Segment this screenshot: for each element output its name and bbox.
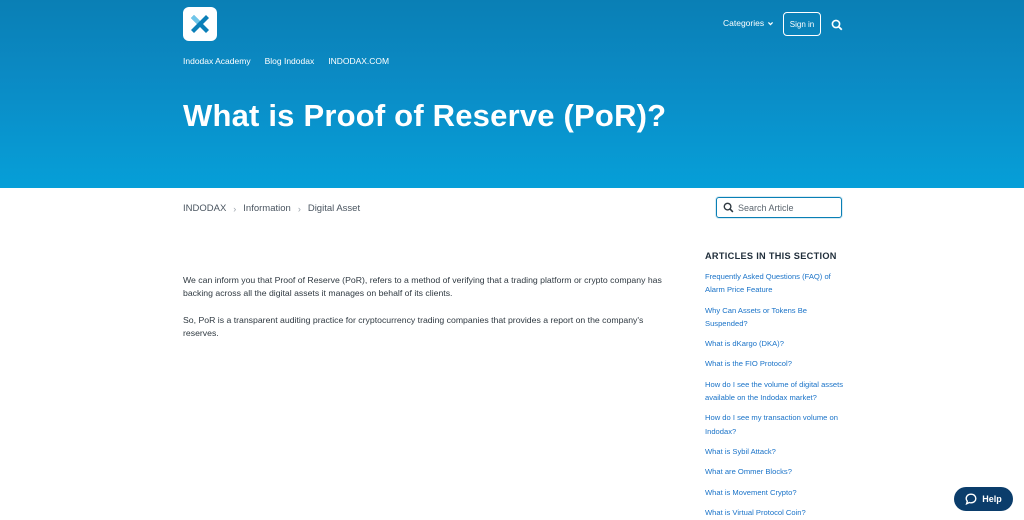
article-paragraph: We can inform you that Proof of Reserve … (183, 275, 662, 299)
related-article-link[interactable]: How do I see my transaction volume on In… (705, 413, 838, 435)
list-item: What are Ommer Blocks? (705, 464, 845, 477)
sign-in-button[interactable]: Sign in (783, 12, 821, 36)
related-article-link[interactable]: What is dKargo (DKA)? (705, 339, 784, 348)
list-item: How do I see the volume of digital asset… (705, 377, 845, 404)
list-item: Frequently Asked Questions (FAQ) of Alar… (705, 269, 845, 296)
nav-link-blog-indodax[interactable]: Blog Indodax (265, 55, 315, 67)
breadcrumb-item-information[interactable]: Information (243, 203, 291, 214)
categories-label: Categories (723, 18, 765, 28)
list-item: Why Can Assets or Tokens Be Suspended? (705, 303, 845, 330)
nav-link-indodax-com[interactable]: INDODAX.COM (328, 55, 389, 67)
search-icon (723, 202, 734, 213)
header-search-button[interactable] (831, 18, 843, 31)
article-paragraph: So, PoR is a transparent auditing practi… (183, 314, 644, 338)
help-button[interactable]: Help (954, 487, 1013, 511)
related-articles-sidebar: ARTICLES IN THIS SECTION Frequently Aske… (705, 249, 845, 520)
breadcrumb-separator-icon: › (297, 203, 301, 214)
article-search (716, 197, 842, 218)
top-nav: Indodax Academy Blog Indodax INDODAX.COM (183, 55, 403, 67)
related-article-link[interactable]: What is Sybil Attack? (705, 447, 776, 456)
list-item: How do I see my transaction volume on In… (705, 410, 845, 437)
list-item: What is dKargo (DKA)? (705, 336, 845, 349)
related-article-link[interactable]: What is the FIO Protocol? (705, 359, 792, 368)
hero-banner: Indodax Academy Blog Indodax INDODAX.COM… (0, 0, 1024, 188)
list-item: What is Movement Crypto? (705, 485, 845, 498)
page-title: What is Proof of Reserve (PoR)? (183, 98, 667, 133)
categories-dropdown[interactable]: Categories (723, 18, 774, 28)
related-articles-list: Frequently Asked Questions (FAQ) of Alar… (705, 269, 845, 518)
related-article-link[interactable]: What is Movement Crypto? (705, 488, 797, 497)
related-article-link[interactable]: Frequently Asked Questions (FAQ) of Alar… (705, 272, 831, 294)
article-body: We can inform you that Proof of Reserve … (183, 274, 678, 353)
search-icon (831, 19, 843, 31)
header-actions: Categories Sign in (0, 12, 1024, 36)
help-label: Help (982, 494, 1002, 504)
list-item: What is the FIO Protocol? (705, 356, 845, 369)
list-item: What is Sybil Attack? (705, 444, 845, 457)
chat-bubble-icon (965, 493, 977, 505)
related-article-link[interactable]: What are Ommer Blocks? (705, 467, 792, 476)
chevron-down-icon (768, 21, 774, 25)
breadcrumb-separator-icon: › (233, 203, 237, 214)
list-item: What is Virtual Protocol Coin? (705, 505, 845, 518)
related-article-link[interactable]: Why Can Assets or Tokens Be Suspended? (705, 306, 807, 328)
search-input[interactable] (738, 202, 838, 213)
breadcrumb: INDODAX › Information › Digital Asset (183, 203, 360, 214)
breadcrumb-item-indodax[interactable]: INDODAX (183, 203, 226, 214)
related-article-link[interactable]: How do I see the volume of digital asset… (705, 380, 843, 402)
nav-link-indodax-academy[interactable]: Indodax Academy (183, 55, 251, 67)
breadcrumb-item-digital-asset[interactable]: Digital Asset (308, 203, 360, 214)
related-article-link[interactable]: What is Virtual Protocol Coin? (705, 508, 806, 517)
sidebar-heading: ARTICLES IN THIS SECTION (705, 251, 837, 261)
